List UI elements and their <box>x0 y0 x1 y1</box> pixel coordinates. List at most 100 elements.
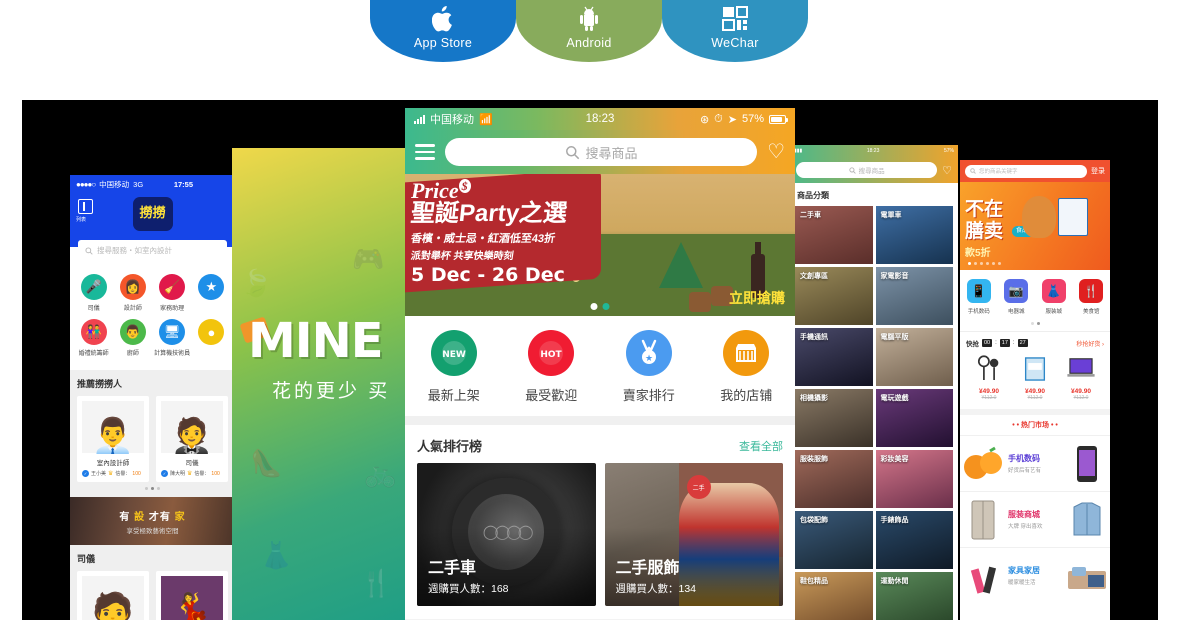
market-row[interactable]: 家具家居 暖家暖生活 <box>960 547 1110 603</box>
category-cell[interactable]: 電腦平版 <box>875 328 953 386</box>
flash-item[interactable]: ¥49.90 ¥112.0 <box>966 354 1012 401</box>
ranking-cards: ◯◯◯◯ 二手車 週購買人數：168 二手 二手服飾 週購買人數：134 <box>405 463 795 619</box>
status-right: ⊛ ⏱ ➤ 57% <box>700 113 788 126</box>
category-cell[interactable]: 鞋包精品 <box>795 572 873 620</box>
category-cell[interactable]: 包袋配飾 <box>795 511 873 569</box>
mall-icon-food[interactable]: 🍴 美食馆 <box>1073 279 1111 315</box>
ranking-card-used-clothes[interactable]: 二手 二手服飾 週購買人數：134 <box>604 463 783 606</box>
quick-action-my-shop[interactable]: 我的店铺 <box>698 330 796 404</box>
hero-banner[interactable]: Price $ 聖誕Party之選 香檳・威士忌・紅酒低至43折 派對舉杯 共享快… <box>405 174 795 316</box>
search-input[interactable]: 搜尋服務・如室內設計 <box>78 240 227 261</box>
mall-topbar: 您的商品关键字 登录 <box>960 160 1110 182</box>
mall-hero-banner[interactable]: 不在 膳卖 款5折 食品饮料 <box>960 182 1110 270</box>
market-subtitle: 大牌 穿出喜欢 <box>1008 524 1043 530</box>
person-card[interactable]: 🤵 司儀 ✓ 陳大明 ♛ 信譽： 100 <box>156 396 228 482</box>
orange-image <box>960 443 1006 485</box>
market-row[interactable]: 手机数码 好货后有艺有 <box>960 435 1110 491</box>
category-label: 家電影音 <box>880 273 909 280</box>
service-item[interactable]: 👫 婚禮統籌師 <box>74 319 113 357</box>
service-item[interactable]: ● <box>192 319 231 357</box>
view-all-link[interactable]: 查看全部 <box>739 438 783 454</box>
category-cell[interactable]: 二手車 <box>795 206 873 264</box>
promo-mid: 才有 <box>145 511 175 523</box>
banner-cta[interactable]: 立即搶購 <box>729 288 785 308</box>
ranking-card-used-car[interactable]: ◯◯◯◯ 二手車 週購買人數：168 <box>417 463 596 606</box>
search-input[interactable]: 搜尋商品 <box>445 138 758 166</box>
service-label: 廚師 <box>126 351 139 357</box>
quick-action-seller-rank[interactable]: ★ 賣家排行 <box>600 330 698 404</box>
service-item[interactable]: 👨 廚師 <box>113 319 152 357</box>
countdown-sep: : <box>995 340 997 346</box>
service-item[interactable]: 🎤 司儀 <box>74 274 113 312</box>
card-caption: 二手服飾 週購買人數：134 <box>616 554 697 596</box>
fork-icon: 🍴 <box>360 568 393 598</box>
app-navbar: 列表 撈撈 搜尋服務・如室內設計 <box>70 193 235 261</box>
search-placeholder: 您的商品关键字 <box>979 169 1018 175</box>
smartphone-image <box>1064 443 1110 485</box>
market-text: 服装商城 大牌 穿出喜欢 <box>1006 509 1064 530</box>
gamepad-icon: 🎮 <box>352 244 385 274</box>
list-icon[interactable] <box>78 199 93 214</box>
person-card[interactable]: 👨‍💼 室內設計師 ✓ 王小美 ♛ 信譽： 100 <box>77 396 149 482</box>
mall-icon-clothes[interactable]: 👗 服装城 <box>1035 279 1073 315</box>
carousel-dots[interactable] <box>77 482 228 493</box>
svg-text:NEW: NEW <box>442 350 466 360</box>
market-row[interactable]: 服装商城 大牌 穿出喜欢 <box>960 491 1110 547</box>
person-card[interactable]: 🧑 <box>77 571 149 620</box>
category-label: 運動休閒 <box>880 578 909 585</box>
heart-icon[interactable]: ♡ <box>767 142 785 162</box>
person-card[interactable]: 💃 <box>156 571 228 620</box>
hot-markets-title: • • 热门市场 • • <box>960 409 1110 435</box>
location-icon: ➤ <box>727 113 737 126</box>
category-cell[interactable]: 文創專區 <box>795 267 873 325</box>
recommend-section: 推薦撈撈人 👨‍💼 室內設計師 ✓ 王小美 ♛ 信譽： 100 <box>70 370 235 497</box>
badge-app-store[interactable]: App Store <box>370 0 516 62</box>
service-item[interactable]: ★ <box>192 274 231 312</box>
flash-original-price: ¥112.0 <box>981 395 997 401</box>
category-cell[interactable]: 運動休閒 <box>875 572 953 620</box>
mall-icon-phone[interactable]: 📱 手机数码 <box>960 279 998 315</box>
category-label: 手錶飾品 <box>880 517 909 524</box>
card-caption: 二手車 週購買人數：168 <box>428 554 509 596</box>
quick-action-new[interactable]: NEW 最新上架 <box>405 330 503 404</box>
lipstick-image <box>960 555 1006 597</box>
person-meta: ✓ 陳大明 ♛ 信譽： 100 <box>161 470 223 477</box>
score-label: 信譽： <box>194 471 210 477</box>
mall-quick-icons: 📱 手机数码 📷 电器城 👗 服装城 🍴 美食馆 <box>960 270 1110 322</box>
market-subtitle: 好货后有艺有 <box>1008 468 1042 474</box>
banner-line2: 派對舉杯 共享快樂時刻 <box>409 251 515 262</box>
service-item[interactable]: 🖥 計算機技術員 <box>153 319 192 357</box>
badge-wechat[interactable]: WeChar <box>662 0 808 62</box>
flash-more-link[interactable]: 秒抢好货 › <box>1076 339 1104 348</box>
category-cell[interactable]: 手錶飾品 <box>875 511 953 569</box>
login-button[interactable]: 登录 <box>1091 166 1105 176</box>
promo-banner[interactable]: 有 設 才有 家 享受極致藝術空間 <box>70 497 235 545</box>
search-input[interactable]: 搜尋商品 <box>796 162 938 178</box>
quick-action-hot[interactable]: HOT 最受歡迎 <box>503 330 601 404</box>
christmas-tree-icon <box>659 242 703 288</box>
section-title: 推薦撈撈人 <box>77 379 123 389</box>
service-item[interactable]: 👩 設計師 <box>113 274 152 312</box>
avatar: 💃 <box>161 576 223 620</box>
category-cell[interactable]: 手機通訊 <box>795 328 873 386</box>
category-cell[interactable]: 服裝服飾 <box>795 450 873 508</box>
hero-dots[interactable] <box>968 262 1001 265</box>
promo-pre: 有 <box>119 511 135 523</box>
hamburger-icon[interactable] <box>415 144 435 160</box>
service-item[interactable]: 🧹 家務助理 <box>153 274 192 312</box>
flash-item[interactable]: ¥49.90 ¥112.0 <box>1012 354 1058 401</box>
flash-item[interactable]: ¥49.90 ¥112.0 <box>1058 354 1104 401</box>
mall-icon-appliance[interactable]: 📷 电器城 <box>998 279 1036 315</box>
banner-dots[interactable] <box>590 303 610 310</box>
category-cell[interactable]: 彩妝美容 <box>875 450 953 508</box>
phone-mockup-categories: ▮▮▮ 18:23 57% 搜尋商品 ♡ 商品分類 二手車 電單車 文創專區 家… <box>790 145 958 620</box>
badge-android[interactable]: Android <box>516 0 662 62</box>
category-cell[interactable]: 電單車 <box>875 206 953 264</box>
heart-icon[interactable]: ♡ <box>942 164 952 177</box>
category-cell[interactable]: 家電影音 <box>875 267 953 325</box>
search-input[interactable]: 您的商品关键字 <box>965 164 1087 178</box>
category-cell[interactable]: 電玩遊戲 <box>875 389 953 447</box>
icon-pager-dots[interactable] <box>960 322 1110 331</box>
hot-badge-icon: HOT <box>528 330 575 376</box>
category-cell[interactable]: 相機攝影 <box>795 389 873 447</box>
